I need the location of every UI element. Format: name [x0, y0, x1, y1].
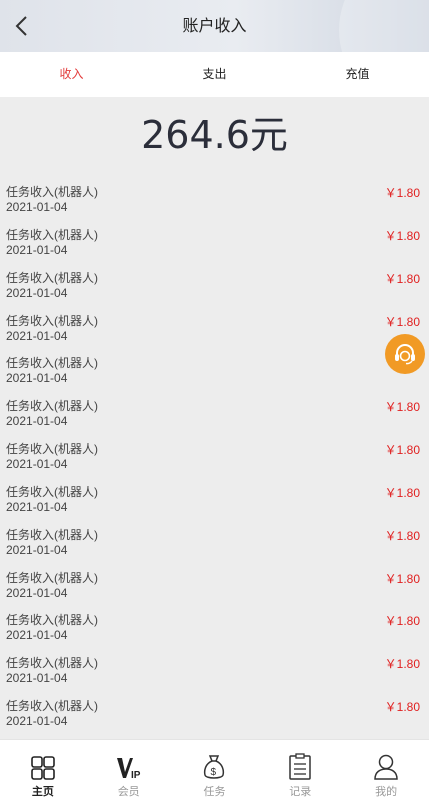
income-list: 任务收入(机器人) 2021-01-04 ￥1.80 任务收入(机器人) 2021-0…: [0, 177, 429, 734]
nav-home[interactable]: 主页: [0, 740, 86, 799]
tab-expense[interactable]: 支出: [143, 52, 286, 97]
nav-mine[interactable]: 我的: [343, 740, 429, 799]
record-date: 2021-01-04: [6, 242, 68, 257]
record-name: 任务收入(机器人): [6, 484, 98, 499]
list-item: 任务收入(机器人) 2021-01-04 ￥1.80: [0, 691, 429, 734]
record-name: 任务收入(机器人): [6, 185, 98, 199]
record-amount: ￥1.80: [384, 528, 420, 543]
list-item: 任务收入(机器人) 2021-01-04 ￥1.80: [0, 605, 429, 648]
record-date: 2021-01-04: [6, 200, 68, 214]
list-item: 任务收入(机器人) 2021-01-04 ￥1.80: [0, 177, 429, 220]
list-item: 任务收入(机器人) 2021-01-04: [0, 348, 429, 391]
list-item: 任务收入(机器人) 2021-01-04 ￥1.80: [0, 648, 429, 691]
record-date: 2021-01-04: [6, 714, 68, 729]
nav-label: 主页: [31, 785, 54, 798]
record-date: 2021-01-04: [6, 371, 68, 386]
tab-income[interactable]: 收入: [0, 52, 143, 97]
record-name: 任务收入(机器人): [6, 399, 98, 414]
header: 账户收入: [0, 0, 429, 52]
list-item: 任务收入(机器人) 2021-01-04 ￥1.80: [0, 306, 429, 349]
record-name: 任务收入(机器人): [6, 270, 98, 285]
record-amount: ￥1.80: [384, 485, 420, 500]
record-date: 2021-01-04: [6, 542, 68, 557]
record-name: 任务收入(机器人): [6, 442, 98, 457]
list-item: 任务收入(机器人) 2021-01-04 ￥1.80: [0, 391, 429, 434]
svg-text:$: $: [211, 767, 217, 778]
record-amount: ￥1.80: [384, 700, 420, 715]
nav-label: 任务: [203, 785, 226, 798]
tab-bar: 收入 支出 充值: [0, 52, 429, 97]
record-date: 2021-01-04: [6, 414, 68, 429]
record-name: 任务收入(机器人): [6, 227, 98, 242]
record-name: 任务收入(机器人): [6, 613, 98, 628]
list-item: 任务收入(机器人) 2021-01-04 ￥1.80: [0, 434, 429, 477]
nav-label: 我的: [375, 785, 398, 798]
nav-vip[interactable]: IP 会员: [86, 740, 172, 799]
tab-recharge[interactable]: 充值: [286, 52, 429, 97]
record-amount: ￥1.80: [384, 228, 420, 243]
record-date: 2021-01-04: [6, 585, 68, 600]
clipboard-icon: [289, 753, 312, 780]
money-bag-icon: $: [204, 755, 225, 779]
record-name: 任务收入(机器人): [6, 356, 98, 371]
nav-task[interactable]: $ 任务: [172, 740, 258, 799]
list-item: 任务收入(机器人) 2021-01-04 ￥1.80: [0, 263, 429, 306]
svg-text:IP: IP: [131, 770, 141, 781]
balance-amount: 264.6元: [141, 113, 288, 157]
record-name: 任务收入(机器人): [6, 656, 98, 671]
record-amount: ￥1.80: [384, 400, 420, 415]
list-item: 任务收入(机器人) 2021-01-04 ￥1.80: [0, 220, 429, 263]
headset-icon: [395, 344, 415, 365]
grid-icon: [31, 756, 55, 780]
record-amount: ￥1.80: [384, 314, 420, 329]
record-name: 任务收入(机器人): [6, 527, 98, 542]
record-amount: ￥1.80: [384, 571, 420, 586]
nav-label: 记录: [289, 785, 312, 798]
record-amount: ￥1.80: [384, 657, 420, 672]
nav-label: 会员: [117, 785, 140, 798]
record-name: 任务收入(机器人): [6, 313, 98, 328]
list-item: 任务收入(机器人) 2021-01-04 ￥1.80: [0, 520, 429, 563]
record-amount: ￥1.80: [384, 614, 420, 629]
list-item: 任务收入(机器人) 2021-01-04 ￥1.80: [0, 563, 429, 606]
user-icon: [374, 754, 398, 780]
record-amount: ￥1.80: [384, 186, 420, 200]
record-date: 2021-01-04: [6, 628, 68, 643]
record-amount: ￥1.80: [384, 271, 420, 286]
record-date: 2021-01-04: [6, 285, 68, 300]
nav-records[interactable]: 记录: [257, 740, 343, 799]
record-date: 2021-01-04: [6, 328, 68, 343]
record-name: 任务收入(机器人): [6, 699, 98, 714]
vip-icon: IP: [116, 758, 141, 781]
bottom-nav: 主页 IP 会员 $ 任务 记录 我的: [0, 739, 429, 799]
page-title: 账户收入: [182, 16, 247, 35]
record-date: 2021-01-04: [6, 671, 68, 686]
customer-service-button[interactable]: [385, 334, 425, 374]
record-amount: ￥1.80: [384, 443, 420, 458]
record-date: 2021-01-04: [6, 457, 68, 472]
record-name: 任务收入(机器人): [6, 570, 98, 585]
record-date: 2021-01-04: [6, 499, 68, 514]
list-item: 任务收入(机器人) 2021-01-04 ￥1.80: [0, 477, 429, 520]
